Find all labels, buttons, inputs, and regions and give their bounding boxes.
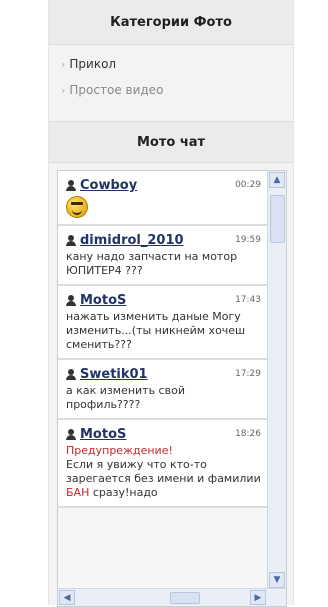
message-time: 18:26 (235, 429, 261, 439)
chat-username[interactable]: MotoS (66, 427, 126, 442)
chat-message: MotoS 17:43 нажать изменить даные Могу и… (58, 286, 267, 360)
warning-label: Предупреждение! (66, 444, 173, 457)
horizontal-scrollbar[interactable]: ◀ ▶ (58, 588, 286, 606)
chat-username[interactable]: MotoS (66, 293, 126, 308)
scroll-right-icon[interactable]: ▶ (250, 590, 266, 605)
chat-username[interactable]: Swetik01 (66, 367, 148, 382)
categories-title: Категории Фото (49, 0, 293, 45)
message-text: кану надо запчасти на мотор ЮПИТЕР4 ??? (66, 250, 238, 277)
scroll-left-icon[interactable]: ◀ (59, 590, 75, 605)
user-icon (66, 429, 76, 440)
smile-icon (66, 196, 88, 218)
vertical-scrollbar[interactable]: ▲ ▼ (267, 171, 286, 589)
chat-messages: Cowboy 00:29 dimidrol_2010 19:59 кану на… (58, 171, 267, 589)
chat-message: Swetik01 17:29 а как изменить свой профи… (58, 360, 267, 420)
bullet-icon: › (61, 57, 66, 71)
scroll-thumb[interactable] (270, 195, 285, 243)
scroll-down-icon[interactable]: ▼ (269, 572, 285, 588)
message-time: 17:29 (235, 369, 261, 379)
user-icon (66, 369, 76, 380)
user-icon (66, 235, 76, 246)
category-label: Прикол (69, 57, 117, 71)
message-text: а как изменить свой профиль???? (66, 384, 185, 411)
user-icon (66, 295, 76, 306)
chat-username[interactable]: Cowboy (66, 178, 137, 193)
category-label: Простое видео (69, 83, 164, 97)
chat-message: MotoS 18:26 Предупреждение! Если я увижу… (58, 420, 267, 508)
chat-box: Cowboy 00:29 dimidrol_2010 19:59 кану на… (57, 170, 287, 607)
chat-message: dimidrol_2010 19:59 кану надо запчасти н… (58, 226, 267, 286)
horizontal-scroll-thumb[interactable] (170, 592, 200, 604)
category-item-prikol[interactable]: › Прикол (61, 51, 283, 77)
message-time: 19:59 (235, 235, 261, 245)
ban-word: БАН (66, 486, 90, 499)
user-icon (66, 180, 76, 191)
right-sidebar: Категории Фото › Прикол › Простое видео … (48, 0, 294, 607)
message-time: 00:29 (235, 180, 261, 190)
scroll-up-icon[interactable]: ▲ (269, 172, 285, 188)
message-text: нажать изменить даные Могу изменить...(т… (66, 310, 246, 351)
bullet-icon: › (61, 83, 66, 97)
chat-username[interactable]: dimidrol_2010 (66, 233, 184, 248)
message-time: 17:43 (235, 295, 261, 305)
categories-list: › Прикол › Простое видео (49, 45, 293, 111)
chat-message: Cowboy 00:29 (58, 171, 267, 226)
chat-title: Мото чат (49, 121, 293, 163)
message-text: Предупреждение! Если я увижу что кто-то … (66, 444, 261, 499)
category-item-simple-video[interactable]: › Простое видео (61, 77, 283, 103)
